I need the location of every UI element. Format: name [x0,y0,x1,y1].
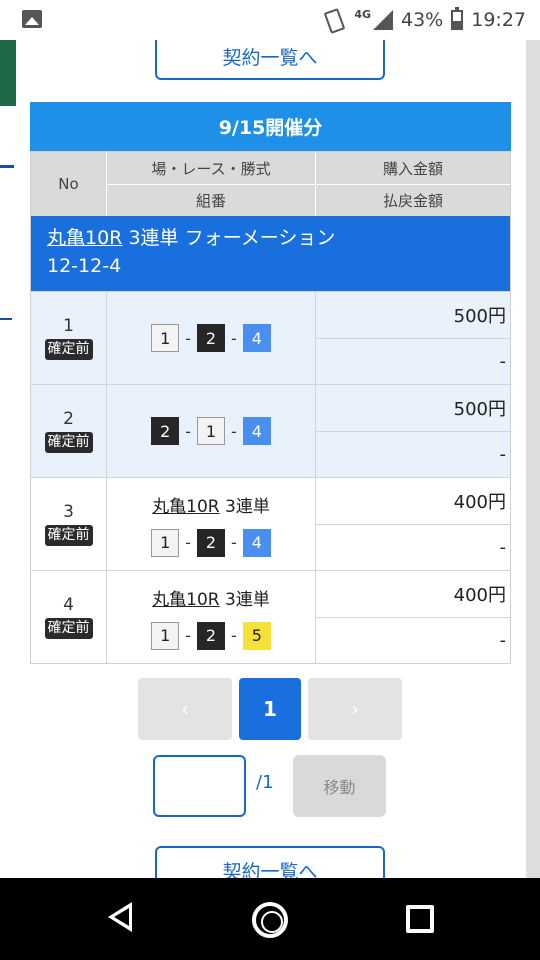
home-icon[interactable] [252,902,288,938]
background-page-edge [0,40,16,106]
purchase-amount: 500円 [453,398,506,420]
status-bar: 4G 43% 19:27 [0,0,540,40]
payout-amount: - [316,337,510,385]
race-link[interactable]: 丸亀10R [152,497,219,517]
combo-separator: - [231,421,237,441]
boat-combination: 2 - 1 - 4 [151,417,271,445]
contract-list-button[interactable]: 契約一覧へ [155,40,385,80]
boat-combination: 1 - 2 - 5 [151,621,271,650]
table-row: 4 確定前 丸亀10R 3連単 1 - 2 - 5 400円 - [31,570,510,663]
combo-separator: - [185,533,191,552]
boat-number: 4 [242,324,271,352]
next-page-button[interactable]: › [308,678,402,740]
move-button[interactable]: 移動 [293,755,386,817]
boat-combination: 1 - 2 - 4 [151,528,271,557]
formation-combination: 12-12-4 [47,255,122,277]
payout-amount: - [316,616,510,664]
signal-icon [373,10,393,30]
table-header: No 場・レース・勝式 組番 購入金額 払戻金額 [31,152,510,216]
combo-separator: - [185,328,191,348]
purchase-amount: 500円 [453,305,506,327]
chevron-right-icon: › [351,697,359,721]
status-badge: 確定前 [44,339,93,360]
back-icon[interactable] [106,900,136,934]
boat-number: 2 [197,324,225,352]
header-race-type: 場・レース・勝式 [151,159,271,178]
race-info: 丸亀10R 3連単 [152,585,270,610]
row-no: 1 [63,316,74,336]
header-combination: 組番 [107,184,315,216]
boat-number: 2 [197,621,225,650]
background-page-line [0,165,14,168]
status-badge: 確定前 [44,618,93,639]
clock: 19:27 [471,9,526,31]
status-badge: 確定前 [44,525,93,546]
payout-amount: - [316,523,510,571]
combo-separator: - [231,328,237,348]
combo-separator: - [185,421,191,441]
bet-type: 3連単 フォーメーション [128,227,336,249]
race-link[interactable]: 丸亀10R [47,227,122,249]
purchase-amount: 400円 [453,584,506,606]
boat-number: 2 [151,417,180,445]
chevron-left-icon: ‹ [181,697,189,721]
race-link[interactable]: 丸亀10R [152,590,219,610]
purchase-amount: 400円 [453,491,506,513]
formation-bet-bar: 丸亀10R 3連単 フォーメーション 12-12-4 [31,216,510,291]
battery-icon [451,7,464,30]
combo-separator: - [231,533,237,552]
boat-number: 1 [151,528,180,557]
date-header: 9/15開催分 [30,102,511,151]
contract-detail-modal: 契約一覧へ 9/15開催分 No 場・レース・勝式 組番 購入金額 払戻金額 丸… [16,40,526,878]
combo-separator: - [231,626,237,645]
row-no: 2 [63,409,74,429]
battery-percent: 43% [401,9,444,31]
row-no: 4 [63,595,74,615]
race-info: 丸亀10R 3連単 [152,492,270,517]
combo-separator: - [185,626,191,645]
gallery-notification-icon [22,10,42,28]
navigation-bar [0,878,540,960]
boat-number: 1 [197,417,225,445]
recent-apps-icon[interactable] [406,905,434,933]
header-no: No [31,152,107,216]
bet-type: 3連単 [225,589,270,610]
payout-amount: - [316,430,510,478]
vibrate-icon [320,7,346,33]
table-row: 2 確定前 2 - 1 - 4 500円 - [31,384,510,477]
table-row: 1 確定前 1 - 2 - 4 500円 - [31,291,510,384]
table-row: 3 確定前 丸亀10R 3連単 1 - 2 - 4 400円 - [31,477,510,570]
boat-number: 4 [242,417,271,445]
boat-combination: 1 - 2 - 4 [151,324,271,352]
page-total: /1 [256,772,274,793]
page-number-input[interactable] [153,755,246,817]
bet-type: 3連単 [225,496,270,517]
prev-page-button[interactable]: ‹ [138,678,232,740]
header-purchase-amount: 購入金額 [382,159,443,178]
boat-number: 2 [197,528,225,557]
background-page-line [0,318,12,320]
boat-number: 1 [151,324,180,352]
network-type: 4G [354,7,371,21]
boat-number: 4 [242,528,271,557]
boat-number: 1 [151,621,180,650]
contract-list-button-bottom[interactable]: 契約一覧へ [155,846,385,878]
bet-table: No 場・レース・勝式 組番 購入金額 払戻金額 丸亀10R 3連単 フォーメー… [30,151,511,664]
header-payout-amount: 払戻金額 [316,184,510,216]
status-badge: 確定前 [44,432,93,453]
boat-number: 5 [242,621,271,650]
current-page-button[interactable]: 1 [239,678,301,740]
background-page-edge [526,40,540,878]
row-no: 3 [63,502,74,522]
